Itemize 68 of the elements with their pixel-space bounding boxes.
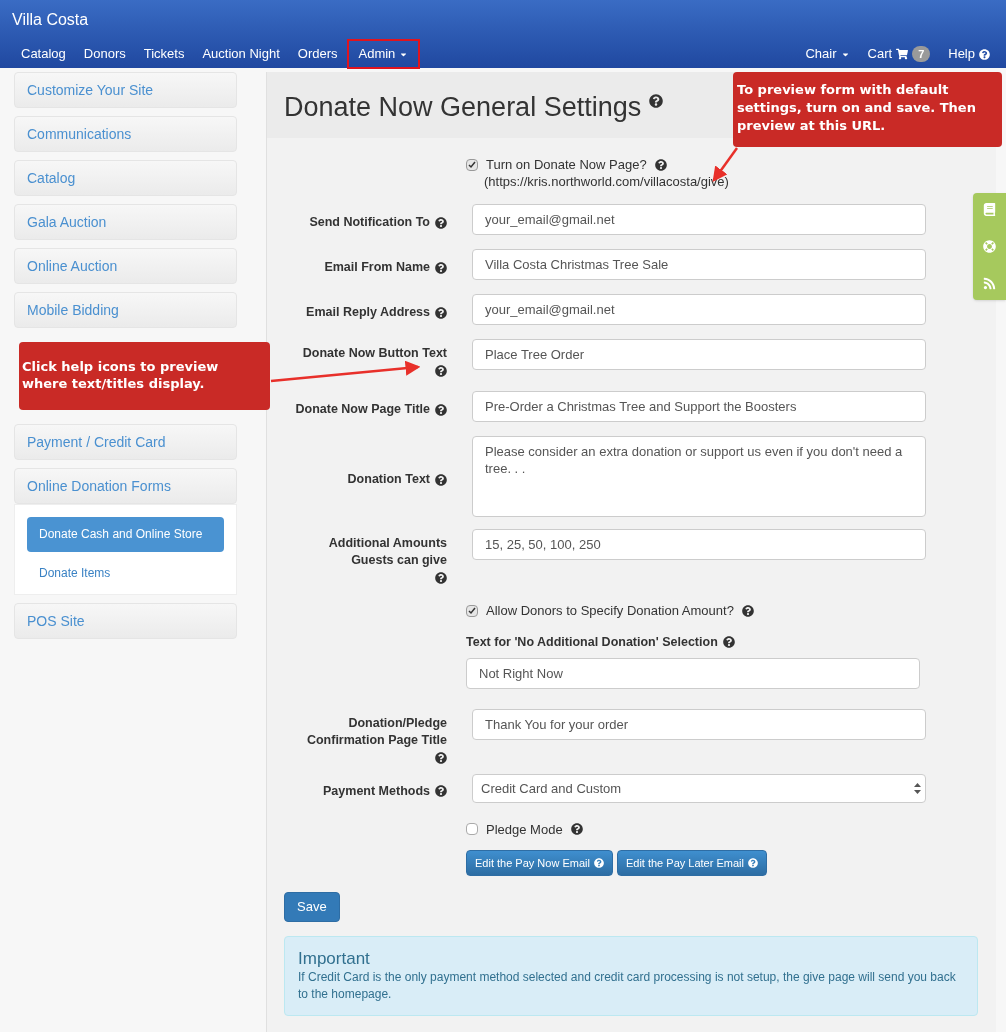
checkbox[interactable] [466,604,478,617]
help-icon[interactable] [741,604,754,617]
field-label: Email From Name [324,259,430,276]
help-icon[interactable] [722,636,735,649]
help-icon[interactable] [435,306,447,319]
help-icon [593,857,604,868]
field-label: Text for 'No Additional Donation' Selection [466,634,718,651]
checkbox[interactable] [466,823,478,836]
edit-email-button[interactable]: Edit the Pay Now Email [466,849,613,876]
help-icon[interactable] [649,94,664,108]
text-area[interactable]: Please consider an extra donation or support us even if you don't need a tree. . . [472,436,926,517]
input-field[interactable]: Thank You for your order [472,708,926,740]
input-field[interactable]: Not Right Now [466,657,920,689]
field-label: Donate Now Page Title [295,401,430,418]
checkbox-label: Allow Donors to Specify Donation Amount? [486,602,734,619]
field-label: Send Notification To [309,214,430,231]
cart-icon [896,48,909,60]
nav-link[interactable]: Cart 7 [867,44,931,64]
url-note: (https://kris.northworld.com/villacosta/give) [483,173,729,190]
nav-link[interactable]: Donors [74,39,135,69]
input-field[interactable]: Place Tree Order [472,339,926,370]
nav-link[interactable]: Chair [805,44,850,64]
field-label: Donate Now Button Text [302,345,447,362]
nav-link[interactable]: Tickets [134,39,194,69]
check-icon [468,160,476,169]
save-button[interactable]: Save [284,891,340,922]
checkbox-label: Turn on Donate Now Page? [486,156,647,173]
help-icon [979,48,990,60]
nav-link[interactable]: Help [948,44,990,64]
nav-link[interactable]: Auction Night [193,39,289,69]
page-title: Donate Now General Settings [284,91,642,124]
field-label: Additional Amounts Guests can give [327,535,447,569]
nav-link[interactable]: Admin [346,39,421,69]
field-label: Donation/Pledge Confirmation Page Title [305,714,447,749]
nav-link[interactable]: Orders [288,39,347,69]
alert-text: If Credit Card is the only payment method selected and credit card processing is not setup, the give page will send you back to the homepage. [298,968,957,1003]
help-icon[interactable] [435,572,447,584]
check-icon [468,606,476,615]
submenu-item[interactable]: Donate Items [27,564,224,582]
help-icon[interactable] [570,823,583,836]
brand[interactable]: Villa Costa [12,10,994,30]
alert-title: Important [298,948,371,969]
field-label: Email Reply Address [306,304,430,321]
help-icon[interactable] [435,365,447,377]
help-icon[interactable] [654,158,667,171]
input-field[interactable]: Pre-Order a Christmas Tree and Support the Boosters [472,391,926,422]
checkbox-label: Pledge Mode [486,820,563,838]
input-field[interactable]: your_email@gmail.net [472,294,926,325]
help-icon[interactable] [435,473,447,486]
input-field[interactable]: Villa Costa Christmas Tree Sale [472,249,926,280]
select-field[interactable]: Credit Card and Custom [472,773,926,803]
callout: To preview form with default settings, turn on and save. Then preview at this URL. [733,72,1002,147]
help-icon[interactable] [435,216,447,229]
field-label: Payment Methods [323,782,430,800]
callout: Click help icons to preview where text/titles display. [19,342,270,410]
help-icon[interactable] [435,403,447,416]
help-icon[interactable] [435,261,447,274]
help-icon [747,857,758,868]
edit-email-button[interactable]: Edit the Pay Later Email [616,849,767,876]
field-label: Donation Text [347,471,430,488]
checkbox[interactable] [466,158,478,171]
input-field[interactable]: 15, 25, 50, 100, 250 [472,529,926,560]
nav-link[interactable]: Catalog [12,39,75,69]
help-icon[interactable] [435,785,447,798]
input-field[interactable]: your_email@gmail.net [472,204,926,235]
help-icon[interactable] [435,751,447,764]
cart-badge: 7 [912,46,931,62]
updown-icon [914,782,921,794]
